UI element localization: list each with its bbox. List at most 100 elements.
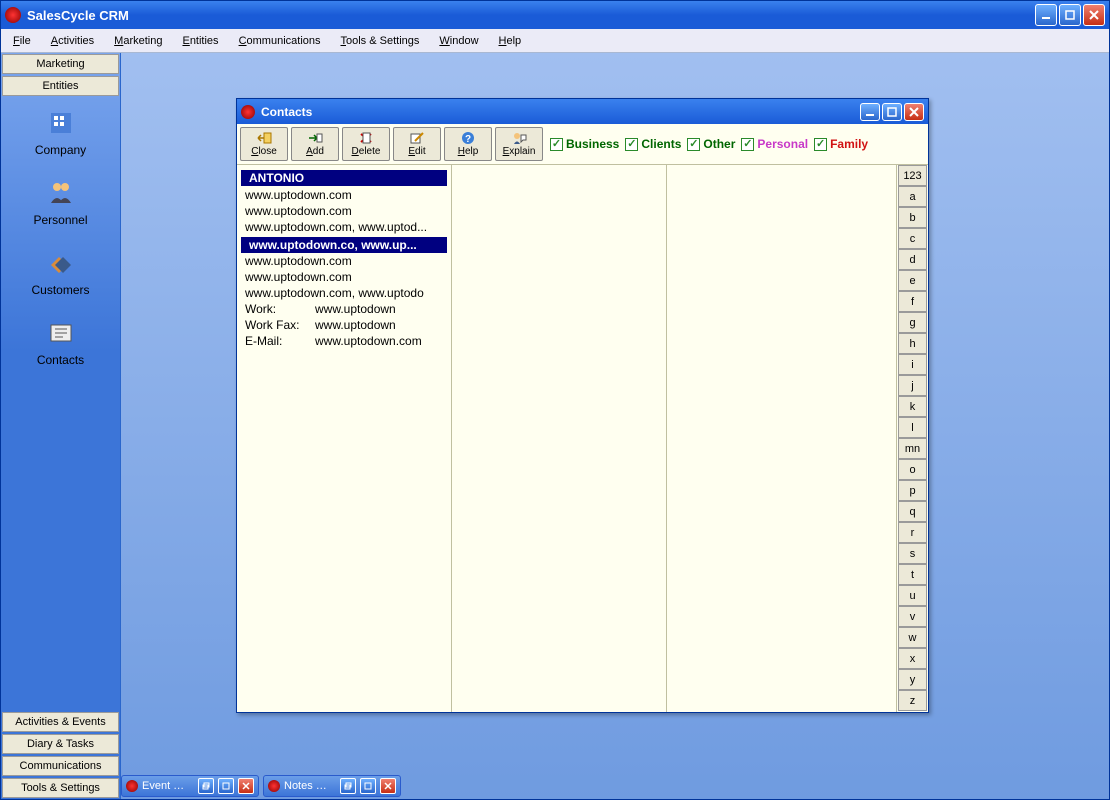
contacts-close-button[interactable]	[904, 103, 924, 121]
alpha-x[interactable]: x	[898, 648, 927, 669]
contact-list-item[interactable]: www.uptodown.com	[237, 187, 451, 203]
filter-business[interactable]: ✓Business	[550, 137, 619, 151]
taskbar-item-event[interactable]: Event …	[121, 775, 259, 797]
sidebar-header-tools-settings[interactable]: Tools & Settings	[2, 778, 119, 798]
task-restore-button[interactable]	[340, 778, 356, 794]
menu-marketing[interactable]: Marketing	[104, 32, 172, 50]
sidebar-item-company[interactable]: Company	[1, 97, 120, 167]
task-restore-button[interactable]	[198, 778, 214, 794]
alpha-d[interactable]: d	[898, 249, 927, 270]
sidebar-item-label: Contacts	[1, 353, 120, 367]
menu-activities[interactable]: Activities	[41, 32, 104, 50]
alpha-q[interactable]: q	[898, 501, 927, 522]
filter-clients[interactable]: ✓Clients	[625, 137, 681, 151]
alpha-p[interactable]: p	[898, 480, 927, 501]
alpha-l[interactable]: l	[898, 417, 927, 438]
maximize-button[interactable]	[1059, 4, 1081, 26]
contact-list-item[interactable]: www.uptodown.com	[237, 203, 451, 219]
alpha-a[interactable]: a	[898, 186, 927, 207]
task-label: Notes …	[284, 780, 336, 792]
alpha-j[interactable]: j	[898, 375, 927, 396]
delete-icon	[358, 131, 374, 145]
detail-label: Work Fax:	[245, 318, 315, 332]
sidebar-item-label: Customers	[1, 283, 120, 297]
alpha-w[interactable]: w	[898, 627, 927, 648]
alpha-h[interactable]: h	[898, 333, 927, 354]
alpha-c[interactable]: c	[898, 228, 927, 249]
body-row: MarketingEntitiesCompanyPersonnel Custome…	[1, 53, 1109, 799]
sidebar-header-communications[interactable]: Communications	[2, 756, 119, 776]
contact-group-header[interactable]: ANTONIO	[241, 170, 447, 186]
sidebar-header-diary-tasks[interactable]: Diary & Tasks	[2, 734, 119, 754]
contact-detail-row: Work:www.uptodown	[237, 301, 451, 317]
close-button[interactable]	[1083, 4, 1105, 26]
help-icon: ?	[460, 131, 476, 145]
sidebar-header-activities-events[interactable]: Activities & Events	[2, 712, 119, 732]
checkbox-icon: ✓	[550, 138, 563, 151]
sidebar-item-contacts[interactable]: Contacts	[1, 307, 120, 377]
alpha-b[interactable]: b	[898, 207, 927, 228]
contact-list-item[interactable]: www.uptodown.com, www.uptod...	[237, 219, 451, 235]
menu-tools-settings[interactable]: Tools & Settings	[331, 32, 430, 50]
task-maximize-button[interactable]	[218, 778, 234, 794]
checkbox-icon: ✓	[687, 138, 700, 151]
filter-other[interactable]: ✓Other	[687, 137, 735, 151]
tool-label: Help	[458, 146, 479, 157]
alpha-i[interactable]: i	[898, 354, 927, 375]
tool-label: Delete	[352, 146, 381, 157]
maximize-icon	[887, 107, 897, 117]
alpha-o[interactable]: o	[898, 459, 927, 480]
close-button[interactable]: Close	[240, 127, 288, 161]
alpha-index: 123abcdefghijklmnopqrstuvwxyz	[896, 165, 928, 712]
contacts-toolbar: CloseAddDeleteEdit?HelpExplain✓Business✓…	[237, 124, 928, 165]
sidebar-header-marketing[interactable]: Marketing	[2, 54, 119, 74]
sidebar-item-personnel[interactable]: Personnel	[1, 167, 120, 237]
filter-bar: ✓Business ✓Clients ✓Other ✓Personal ✓Family	[550, 137, 868, 151]
taskbar-item-notes[interactable]: Notes …	[263, 775, 401, 797]
detail-value: www.uptodown	[315, 318, 396, 332]
alpha-v[interactable]: v	[898, 606, 927, 627]
sidebar: MarketingEntitiesCompanyPersonnel Custome…	[1, 53, 121, 799]
minimize-button[interactable]	[1035, 4, 1057, 26]
alpha-k[interactable]: k	[898, 396, 927, 417]
task-maximize-button[interactable]	[360, 778, 376, 794]
filter-family[interactable]: ✓Family	[814, 137, 868, 151]
menu-communications[interactable]: Communications	[229, 32, 331, 50]
checkbox-icon: ✓	[814, 138, 827, 151]
menu-help[interactable]: Help	[489, 32, 532, 50]
contact-list-item[interactable]: www.uptodown.co, www.up...	[241, 237, 447, 253]
sidebar-header-entities[interactable]: Entities	[2, 76, 119, 96]
alpha-mn[interactable]: mn	[898, 438, 927, 459]
alpha-r[interactable]: r	[898, 522, 927, 543]
contacts-minimize-button[interactable]	[860, 103, 880, 121]
contact-list-item[interactable]: www.uptodown.com, www.uptodo	[237, 285, 451, 301]
alpha-t[interactable]: t	[898, 564, 927, 585]
alpha-s[interactable]: s	[898, 543, 927, 564]
help-button[interactable]: ?Help	[444, 127, 492, 161]
explain-button[interactable]: Explain	[495, 127, 543, 161]
add-button[interactable]: Add	[291, 127, 339, 161]
sidebar-item-customers[interactable]: Customers	[1, 237, 120, 307]
contact-list-item[interactable]: www.uptodown.com	[237, 253, 451, 269]
menu-window[interactable]: Window	[429, 32, 488, 50]
edit-button[interactable]: Edit	[393, 127, 441, 161]
alpha-z[interactable]: z	[898, 690, 927, 711]
alpha-u[interactable]: u	[898, 585, 927, 606]
alpha-y[interactable]: y	[898, 669, 927, 690]
contacts-maximize-button[interactable]	[882, 103, 902, 121]
alpha-e[interactable]: e	[898, 270, 927, 291]
filter-personal[interactable]: ✓Personal	[741, 137, 808, 151]
minimize-icon	[1041, 10, 1051, 20]
alpha-123[interactable]: 123	[898, 165, 927, 186]
task-close-button[interactable]	[380, 778, 396, 794]
close-icon	[256, 131, 272, 145]
main-titlebar: SalesCycle CRM	[1, 1, 1109, 29]
alpha-f[interactable]: f	[898, 291, 927, 312]
delete-button[interactable]: Delete	[342, 127, 390, 161]
menu-entities[interactable]: Entities	[172, 32, 228, 50]
task-close-button[interactable]	[238, 778, 254, 794]
alpha-g[interactable]: g	[898, 312, 927, 333]
contact-list-item[interactable]: www.uptodown.com	[237, 269, 451, 285]
menu-file[interactable]: File	[3, 32, 41, 50]
checkbox-icon: ✓	[741, 138, 754, 151]
